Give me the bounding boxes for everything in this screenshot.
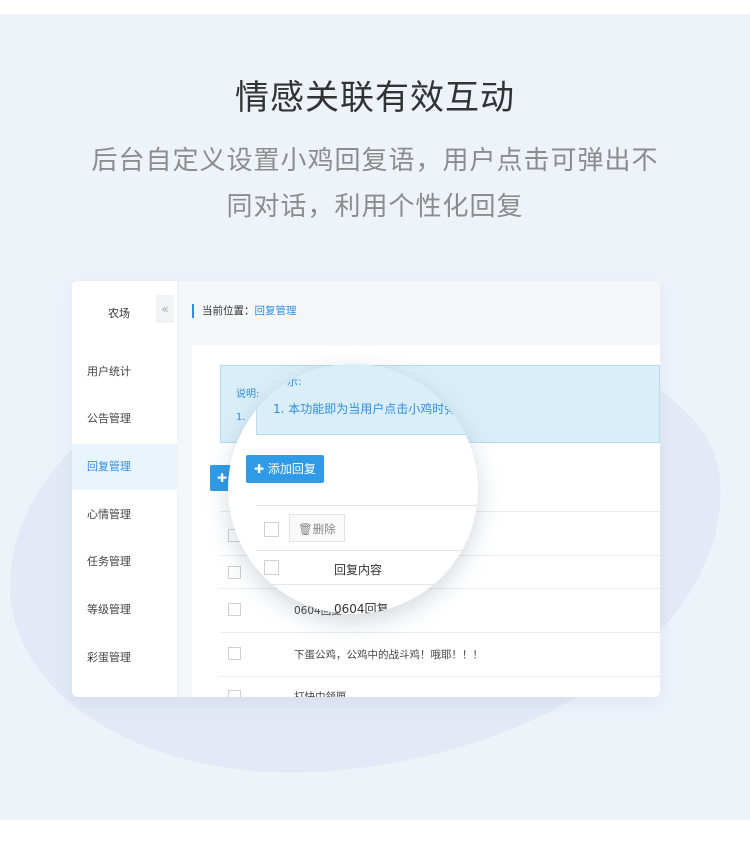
collapse-sidebar-icon[interactable]: « (156, 295, 174, 323)
sidebar-item-moods[interactable]: 心情管理 (72, 492, 177, 538)
sidebar-item-announcements[interactable]: 公告管理 (72, 396, 177, 442)
zoom-magnifier: 示: 1. 本功能即为当用户点击小鸡时弹 ✚ 添加回复 🗑删除 回复内容 060… (228, 364, 478, 614)
divider (256, 584, 478, 585)
sidebar-item-replies[interactable]: 回复管理 (72, 444, 177, 490)
sidebar-item-levels[interactable]: 等级管理 (72, 587, 177, 633)
add-reply-button[interactable]: ✚ 添加回复 (246, 455, 324, 483)
zoomed-notice-partial: 示: (287, 375, 302, 388)
row-checkbox[interactable] (228, 603, 241, 616)
divider (220, 632, 660, 633)
table-row: 0604回复 (334, 602, 389, 614)
sidebar: 农场 « 用户统计 公告管理 回复管理 心情管理 任务管理 等级管理 彩蛋管理 (72, 281, 178, 697)
zoomed-notice-box: 示: 1. 本功能即为当用户点击小鸡时弹 (256, 364, 478, 435)
delete-button[interactable]: 🗑删除 (289, 514, 345, 542)
table-row: 打快中领匣 (294, 691, 347, 697)
sidebar-item-tasks[interactable]: 任务管理 (72, 539, 177, 585)
promo-subline-2: 同对话，利用个性化回复 (226, 192, 524, 222)
column-header-reply-content: 回复内容 (334, 563, 383, 577)
promo-headline: 情感关联有效互动 (235, 78, 515, 118)
sidebar-brand: 农场 (108, 307, 130, 320)
promo-subline-1: 后台自定义设置小鸡回复语，用户点击可弹出不 (91, 146, 659, 176)
sidebar-item-easter-eggs[interactable]: 彩蛋管理 (72, 635, 177, 681)
zoomed-notice-line-1: 1. 本功能即为当用户点击小鸡时弹 (273, 402, 457, 416)
notice-line-1: 1. (236, 412, 246, 423)
select-all-checkbox[interactable] (264, 522, 279, 537)
table-row: 下蛋公鸡，公鸡中的战斗鸡！哦耶！！！ (294, 649, 483, 661)
divider (256, 550, 478, 551)
header-checkbox[interactable] (264, 560, 279, 575)
divider (256, 505, 478, 506)
breadcrumb: 当前位置：回复管理 (192, 304, 297, 318)
sidebar-item-user-stats[interactable]: 用户统计 (72, 349, 177, 395)
header-checkbox[interactable] (228, 566, 241, 579)
breadcrumb-prefix: 当前位置： (202, 305, 255, 317)
divider (220, 676, 660, 677)
row-checkbox[interactable] (228, 647, 241, 660)
row-checkbox[interactable] (228, 690, 241, 697)
breadcrumb-current[interactable]: 回复管理 (255, 305, 297, 317)
